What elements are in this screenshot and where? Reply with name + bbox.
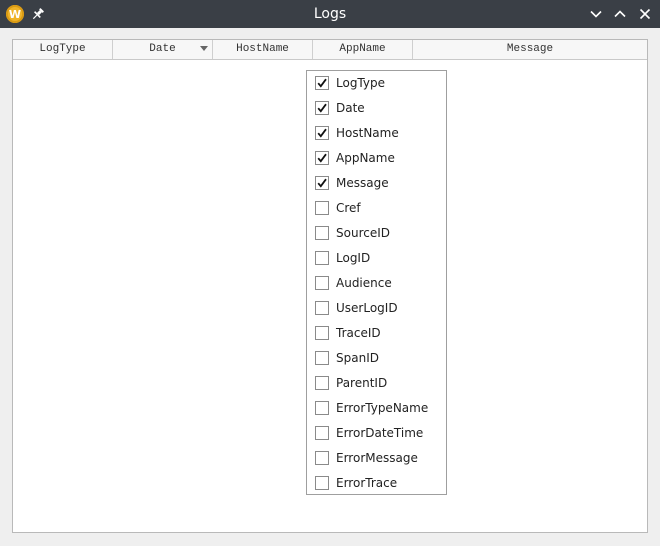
column-option-label: LogType <box>336 76 385 90</box>
sort-descending-icon <box>200 46 208 51</box>
column-option-checkbox[interactable] <box>315 201 329 215</box>
column-option-checkbox[interactable] <box>315 451 329 465</box>
table-header: LogType Date HostName AppName Message <box>13 40 647 60</box>
close-button[interactable] <box>637 6 653 22</box>
column-option-checkbox[interactable] <box>315 126 329 140</box>
column-option-checkbox[interactable] <box>315 476 329 490</box>
column-option[interactable]: Date <box>315 99 440 117</box>
column-option-checkbox[interactable] <box>315 376 329 390</box>
checkmark-icon <box>317 78 327 88</box>
column-option-label: ErrorTrace <box>336 476 398 490</box>
column-option[interactable]: ErrorTypeName <box>315 399 440 417</box>
column-option[interactable]: Audience <box>315 274 440 292</box>
chevron-up-icon <box>614 10 626 18</box>
column-option[interactable]: HostName <box>315 124 440 142</box>
column-option-label: SpanID <box>336 351 379 365</box>
column-header-message[interactable]: Message <box>413 40 647 59</box>
checkmark-icon <box>317 128 327 138</box>
column-option-label: ErrorDateTime <box>336 426 424 440</box>
checkmark-icon <box>317 178 327 188</box>
column-header-date[interactable]: Date <box>113 40 213 59</box>
column-option-label: SourceID <box>336 226 390 240</box>
column-option-checkbox[interactable] <box>315 76 329 90</box>
column-option[interactable]: ErrorTrace <box>315 474 440 492</box>
column-option-checkbox[interactable] <box>315 401 329 415</box>
column-option[interactable]: ParentID <box>315 374 440 392</box>
column-option-label: Date <box>336 101 365 115</box>
column-option-checkbox[interactable] <box>315 151 329 165</box>
column-option-label: ParentID <box>336 376 388 390</box>
column-option-label: Message <box>336 176 389 190</box>
minimize-button[interactable] <box>588 6 604 22</box>
column-option[interactable]: AppName <box>315 149 440 167</box>
column-option-label: LogID <box>336 251 371 265</box>
column-option-label: Audience <box>336 276 392 290</box>
column-option-checkbox[interactable] <box>315 251 329 265</box>
column-option[interactable]: SourceID <box>315 224 440 242</box>
column-option-label: ErrorTypeName <box>336 401 429 415</box>
column-option-checkbox[interactable] <box>315 101 329 115</box>
column-option-checkbox[interactable] <box>315 426 329 440</box>
column-header-logtype[interactable]: LogType <box>13 40 113 59</box>
column-option-label: ErrorMessage <box>336 451 418 465</box>
column-header-date-label: Date <box>149 43 176 55</box>
column-option-label: TraceID <box>336 326 381 340</box>
column-option-label: UserLogID <box>336 301 398 315</box>
column-option-checkbox[interactable] <box>315 351 329 365</box>
column-option-label: Cref <box>336 201 361 215</box>
column-header-hostname[interactable]: HostName <box>213 40 313 59</box>
column-option-label: HostName <box>336 126 399 140</box>
column-option-checkbox[interactable] <box>315 276 329 290</box>
column-option-label: AppName <box>336 151 395 165</box>
column-option[interactable]: ErrorDateTime <box>315 424 440 442</box>
column-option[interactable]: Cref <box>315 199 440 217</box>
column-option[interactable]: TraceID <box>315 324 440 342</box>
column-option[interactable]: LogType <box>315 74 440 92</box>
column-option[interactable]: LogID <box>315 249 440 267</box>
title-bar: W Logs <box>0 0 660 28</box>
column-option-checkbox[interactable] <box>315 301 329 315</box>
window-title: Logs <box>313 6 347 22</box>
column-option[interactable]: UserLogID <box>315 299 440 317</box>
close-icon <box>639 8 651 20</box>
chevron-down-icon <box>590 10 602 18</box>
checkmark-icon <box>317 103 327 113</box>
column-option[interactable]: Message <box>315 174 440 192</box>
checkmark-icon <box>317 153 327 163</box>
column-option[interactable]: ErrorMessage <box>315 449 440 467</box>
maximize-button[interactable] <box>612 6 628 22</box>
column-header-appname[interactable]: AppName <box>313 40 413 59</box>
column-option[interactable]: SpanID <box>315 349 440 367</box>
column-option-checkbox[interactable] <box>315 326 329 340</box>
column-option-checkbox[interactable] <box>315 176 329 190</box>
column-option-checkbox[interactable] <box>315 226 329 240</box>
column-chooser-menu: LogType Date HostName AppName Message Cref Sou… <box>306 70 447 495</box>
